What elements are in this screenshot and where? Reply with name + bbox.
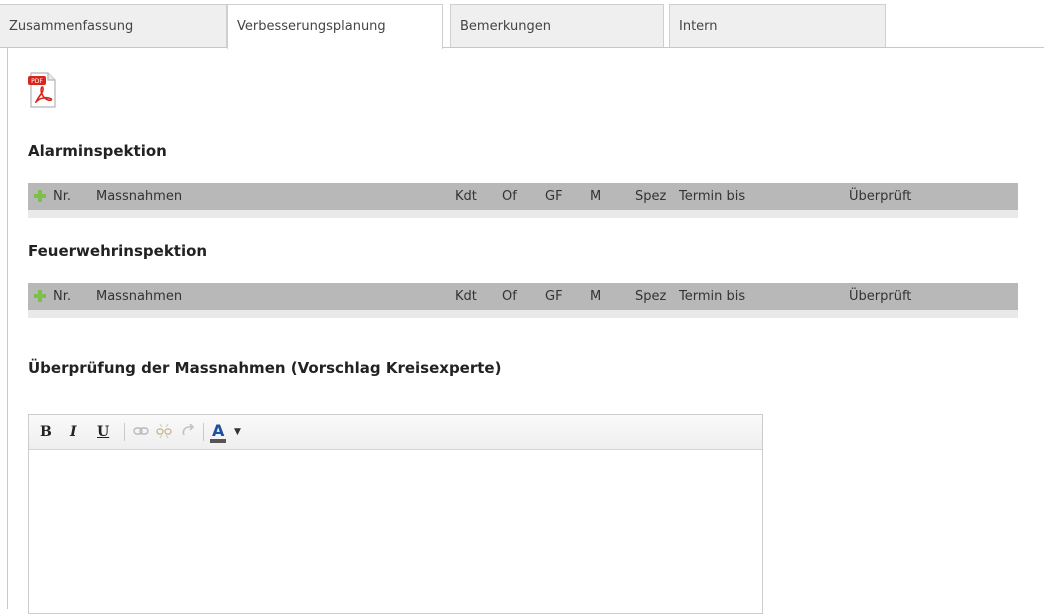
col-kdt: Kdt [455, 289, 477, 304]
table-footer [28, 210, 1018, 218]
section-title-alarminspektion: Alarminspektion [28, 142, 167, 160]
font-color-label: A [210, 422, 227, 443]
tab-bar-underline [0, 47, 1044, 48]
tab-bar: Zusammenfassung Verbesserungsplanung Bem… [0, 0, 1044, 49]
col-m: M [590, 189, 602, 204]
col-ueberprueft: Überprüft [849, 289, 912, 304]
bold-button[interactable]: B [40, 424, 52, 440]
editor-toolbar: B I U A ▼ [29, 415, 762, 450]
section-title-ueberpruefung: Überprüfung der Massnahmen (Vorschlag Kr… [28, 359, 502, 377]
add-icon[interactable] [34, 290, 46, 302]
rich-text-editor: B I U A ▼ [28, 414, 763, 614]
col-of: Of [502, 189, 517, 204]
section-title-feuerwehrinspektion: Feuerwehrinspektion [28, 242, 208, 260]
editor-content-area[interactable] [29, 450, 762, 610]
col-nr: Nr. [53, 189, 72, 204]
alarminspektion-table: Nr. Massnahmen Kdt Of GF M Spez Termin b… [28, 183, 1018, 218]
col-termin-bis: Termin bis [679, 289, 746, 304]
col-nr: Nr. [53, 289, 72, 304]
feuerwehrinspektion-table: Nr. Massnahmen Kdt Of GF M Spez Termin b… [28, 283, 1018, 318]
tab-zusammenfassung[interactable]: Zusammenfassung [0, 4, 227, 47]
chevron-down-icon[interactable]: ▼ [234, 427, 241, 437]
col-massnahmen: Massnahmen [96, 289, 183, 304]
col-termin-bis: Termin bis [679, 189, 746, 204]
col-m: M [590, 289, 602, 304]
underline-button[interactable]: U [97, 424, 109, 440]
pdf-icon[interactable]: PDF [28, 70, 58, 110]
col-massnahmen: Massnahmen [96, 189, 183, 204]
col-of: Of [502, 289, 517, 304]
table-header: Nr. Massnahmen Kdt Of GF M Spez Termin b… [28, 283, 1018, 310]
pdf-badge-text: PDF [31, 78, 43, 85]
col-spez: Spez [635, 189, 667, 204]
toolbar-separator [203, 423, 204, 441]
unlink-icon[interactable] [156, 422, 172, 444]
table-footer [28, 310, 1018, 318]
tab-bemerkungen[interactable]: Bemerkungen [450, 4, 664, 47]
redo-icon[interactable] [181, 423, 195, 442]
col-gf: GF [545, 289, 563, 304]
toolbar-separator [124, 423, 125, 441]
font-color-button[interactable]: A ▼ [210, 421, 241, 443]
col-spez: Spez [635, 289, 667, 304]
tab-verbesserungsplanung[interactable]: Verbesserungsplanung [227, 4, 443, 49]
col-kdt: Kdt [455, 189, 477, 204]
table-header: Nr. Massnahmen Kdt Of GF M Spez Termin b… [28, 183, 1018, 210]
col-ueberprueft: Überprüft [849, 189, 912, 204]
content-left-border [7, 47, 8, 609]
col-gf: GF [545, 189, 563, 204]
add-icon[interactable] [34, 190, 46, 202]
tab-intern[interactable]: Intern [669, 4, 886, 47]
italic-button[interactable]: I [70, 424, 77, 440]
link-icon[interactable] [133, 425, 149, 441]
